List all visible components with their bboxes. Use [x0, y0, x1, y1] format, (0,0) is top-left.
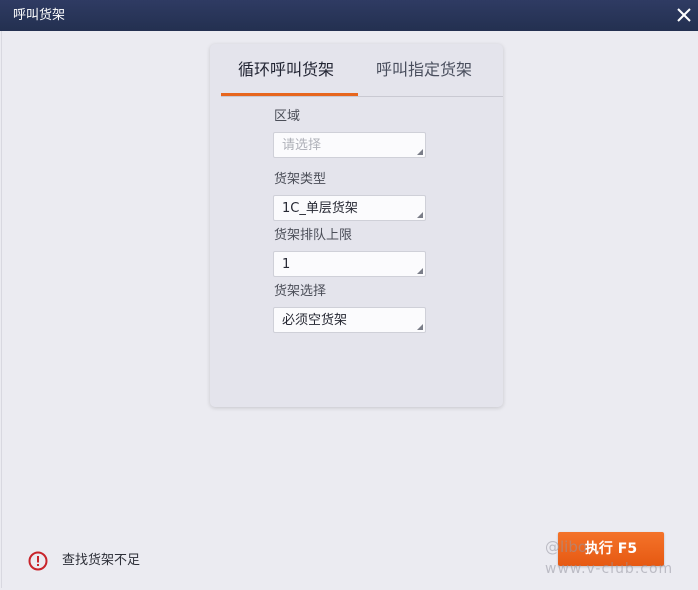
- tab-loop-call-shelf[interactable]: 循环呼叫货架: [238, 59, 342, 81]
- resize-handle-icon: [417, 324, 423, 330]
- area-label: 区域: [274, 109, 301, 124]
- tab-bar: 循环呼叫货架 呼叫指定货架: [221, 44, 503, 97]
- tab-call-specified-shelf[interactable]: 呼叫指定货架: [376, 59, 480, 81]
- resize-handle-icon: [417, 212, 423, 218]
- active-tab-indicator: [221, 93, 358, 96]
- resize-handle-icon: [417, 149, 423, 155]
- queue-limit-label: 货架排队上限: [274, 228, 353, 243]
- title-bar: 呼叫货架: [0, 0, 698, 31]
- shelf-select-label: 货架选择: [274, 284, 327, 299]
- queue-limit-value: 1: [282, 257, 291, 272]
- window-title: 呼叫货架: [13, 8, 66, 23]
- call-shelf-card: 循环呼叫货架 呼叫指定货架 区域 请选择 货架类型 1C_单层货架 货架排队上限…: [210, 44, 503, 407]
- area-placeholder: 请选择: [282, 138, 322, 153]
- execute-button[interactable]: 执行 F5: [558, 532, 664, 566]
- queue-limit-input[interactable]: 1: [273, 251, 426, 277]
- shelf-select-input[interactable]: 必须空货架: [273, 307, 426, 333]
- error-circle-icon: [28, 551, 48, 571]
- shelf-type-input[interactable]: 1C_单层货架: [273, 195, 426, 221]
- status-message: 查找货架不足: [62, 553, 141, 568]
- shelf-type-value: 1C_单层货架: [282, 201, 358, 216]
- shelf-type-label: 货架类型: [274, 172, 327, 187]
- shelf-select-value: 必须空货架: [282, 313, 348, 328]
- resize-handle-icon: [417, 268, 423, 274]
- close-icon[interactable]: [674, 5, 694, 25]
- area-input[interactable]: 请选择: [273, 132, 426, 158]
